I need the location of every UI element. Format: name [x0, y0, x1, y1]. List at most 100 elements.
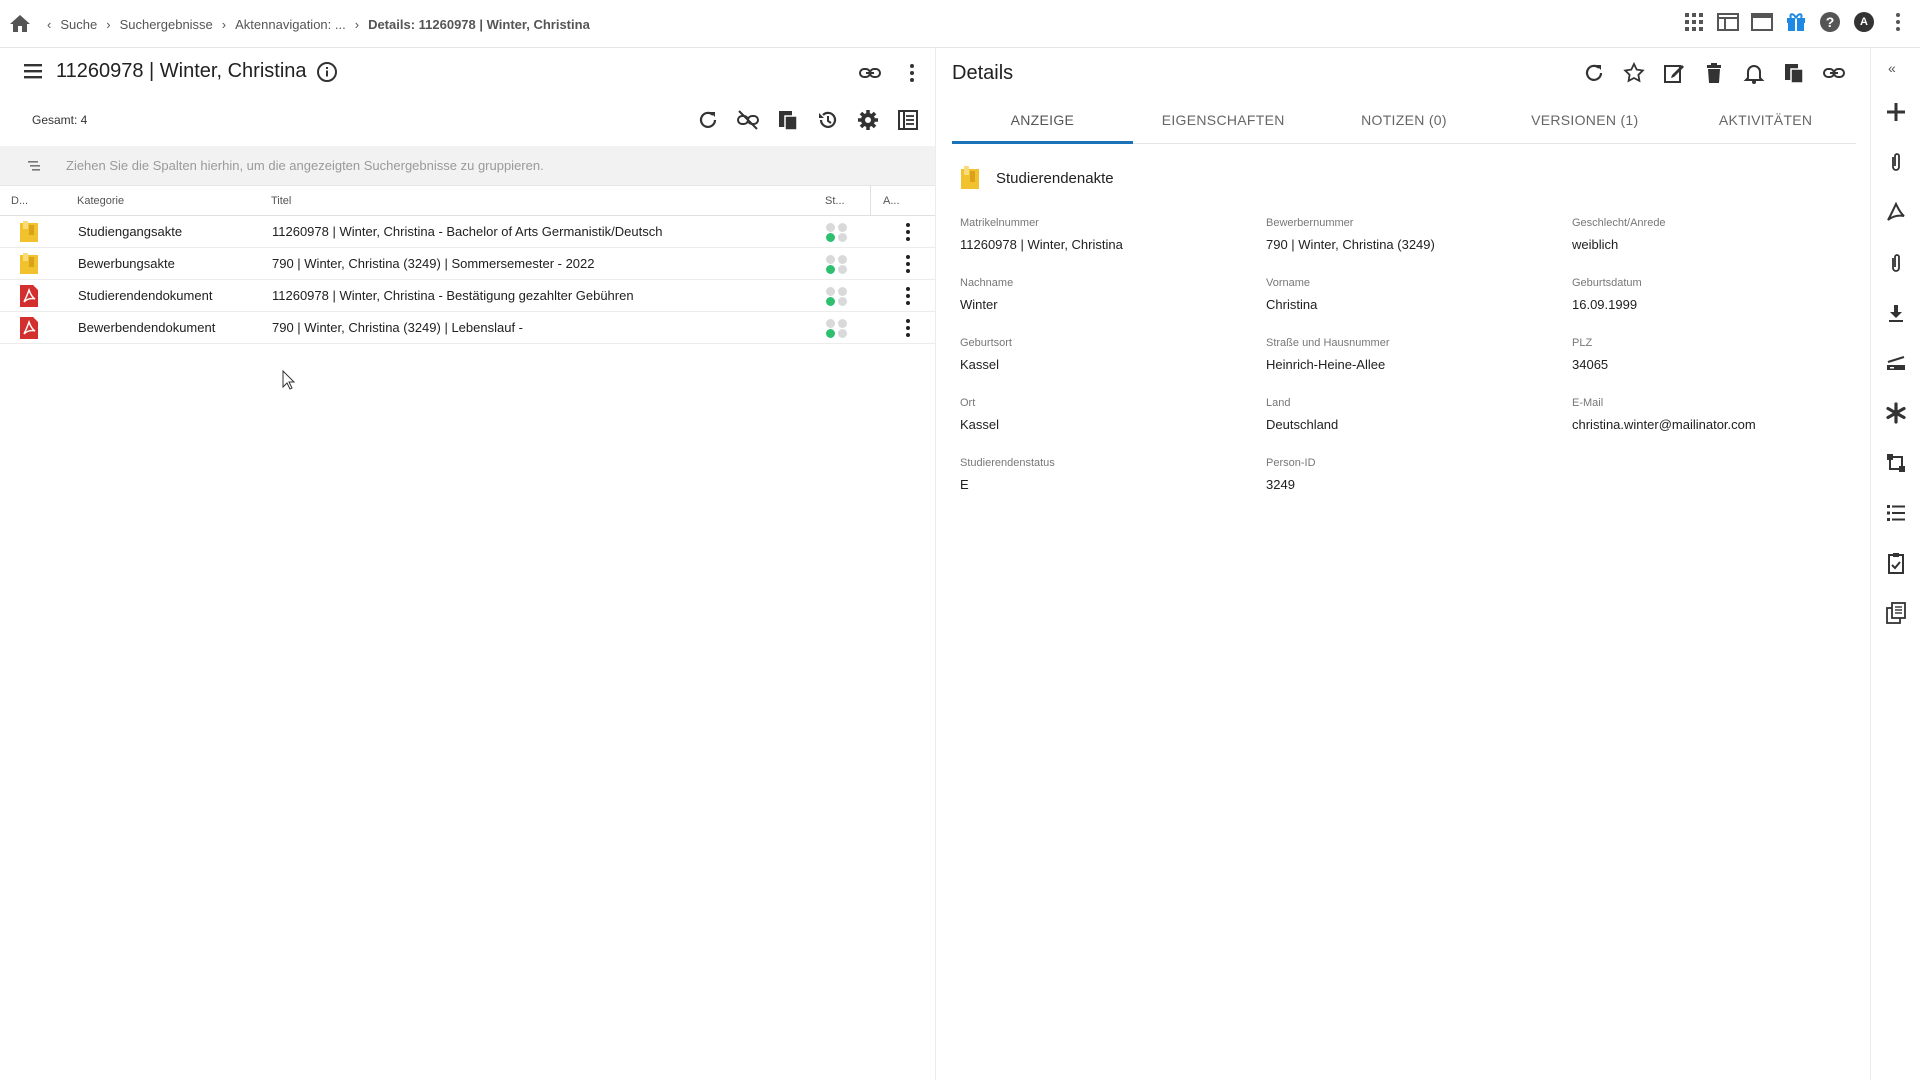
table-row[interactable]: Bewerbendendokument 790 | Winter, Christ… [0, 312, 935, 344]
apps-icon[interactable] [1682, 10, 1706, 34]
folder-icon [19, 253, 39, 275]
column-header-kategorie[interactable]: Kategorie [77, 195, 124, 207]
tab-eigenschaften[interactable]: EIGENSCHAFTEN [1133, 98, 1314, 143]
properties-grid: Matrikelnummer 11260978 | Winter, Christi… [960, 216, 1880, 494]
column-header-status[interactable]: St... [825, 195, 845, 207]
document-type-label: Studierendenakte [996, 169, 1114, 187]
status-indicator [826, 319, 850, 339]
row-actions-icon[interactable] [896, 316, 920, 340]
field-land: Land Deutschland [1266, 397, 1339, 432]
field-plz: PLZ 34065 [1572, 337, 1609, 372]
row-titel: 790 | Winter, Christina (3249) | Lebensl… [272, 320, 523, 335]
settings-icon[interactable] [856, 108, 880, 132]
column-chooser-icon[interactable] [896, 108, 920, 132]
details-toolbar [1582, 61, 1846, 85]
tab-aktivitaeten[interactable]: AKTIVITÄTEN [1675, 98, 1856, 143]
asterisk-icon[interactable] [1884, 401, 1908, 425]
column-header-d[interactable]: D... [11, 195, 28, 207]
more-vert-icon[interactable] [900, 61, 924, 85]
field-geburtsdatum: Geburtsdatum 16.09.1999 [1572, 277, 1642, 312]
workflow-icon[interactable] [1884, 451, 1908, 475]
tab-notizen[interactable]: NOTIZEN (0) [1314, 98, 1495, 143]
breadcrumb-item-aktennavigation[interactable]: Aktennavigation: ... [235, 17, 346, 32]
column-header-actions[interactable]: A... [883, 195, 900, 207]
grid-header: D... Kategorie Titel St... A... [0, 186, 935, 216]
user-avatar[interactable]: A [1852, 10, 1876, 34]
pdf-sign-icon[interactable] [1884, 200, 1908, 224]
home-icon[interactable] [8, 12, 32, 36]
table-row[interactable]: Studiengangsakte 11260978 | Winter, Chri… [0, 216, 935, 248]
action-sidebar: « [1870, 48, 1920, 1080]
unlink-icon[interactable] [736, 108, 760, 132]
results-panel: 11260978 | Winter, Christina Gesamt: 4 Z… [0, 48, 935, 1080]
clipboard-icon[interactable] [776, 108, 800, 132]
mouse-cursor-icon [282, 370, 296, 390]
row-titel: 11260978 | Winter, Christina - Bestätigu… [272, 288, 634, 303]
details-tabs: ANZEIGE EIGENSCHAFTEN NOTIZEN (0) VERSIO… [952, 98, 1856, 144]
breadcrumb-item-suchergebnisse[interactable]: Suchergebnisse [120, 17, 213, 32]
window-icon[interactable] [1750, 10, 1774, 34]
breadcrumb-item-suche[interactable]: Suche [60, 17, 97, 32]
link-icon[interactable] [858, 61, 882, 85]
attachment-icon[interactable] [1884, 150, 1908, 174]
row-actions-icon[interactable] [896, 220, 920, 244]
copy-documents-icon[interactable] [1884, 601, 1908, 625]
row-kategorie: Bewerbungsakte [78, 256, 175, 271]
details-panel: Details ANZEIGE EIGENSCHAFTEN NOTIZEN (0… [935, 48, 1870, 1080]
row-actions-icon[interactable] [896, 284, 920, 308]
attachment-icon[interactable] [1884, 251, 1908, 275]
delete-icon[interactable] [1702, 61, 1726, 85]
bell-icon[interactable] [1742, 61, 1766, 85]
table-row[interactable]: Studierendendokument 11260978 | Winter, … [0, 280, 935, 312]
history-icon[interactable] [816, 108, 840, 132]
field-matrikelnummer: Matrikelnummer 11260978 | Winter, Christi… [960, 217, 1123, 252]
add-icon[interactable] [1884, 100, 1908, 124]
scanner-icon[interactable] [1884, 351, 1908, 375]
results-grid: D... Kategorie Titel St... A... Studieng… [0, 186, 935, 344]
group-icon [26, 158, 42, 174]
breadcrumb: ‹ Suche › Suchergebnisse › Aktennavigati… [38, 0, 590, 48]
avatar-letter: A [1860, 16, 1868, 28]
collapse-icon[interactable]: « [1888, 60, 1896, 76]
field-ort: Ort Kassel [960, 397, 1000, 432]
download-icon[interactable] [1884, 301, 1908, 325]
results-toolbar [696, 108, 920, 132]
star-icon[interactable] [1622, 61, 1646, 85]
field-nachname: Nachname Winter [960, 277, 1014, 312]
layout-icon[interactable] [1716, 10, 1740, 34]
row-kategorie: Studierendendokument [78, 288, 213, 303]
result-count: Gesamt: 4 [32, 113, 88, 127]
column-header-titel[interactable]: Titel [271, 195, 291, 207]
refresh-icon[interactable] [696, 108, 720, 132]
more-vert-icon[interactable] [1886, 10, 1910, 34]
refresh-icon[interactable] [1582, 61, 1606, 85]
tab-versionen[interactable]: VERSIONEN (1) [1494, 98, 1675, 143]
row-titel: 11260978 | Winter, Christina - Bachelor … [272, 224, 663, 239]
field-geschlecht: Geschlecht/Anrede weiblich [1572, 217, 1666, 252]
task-clipboard-icon[interactable] [1884, 551, 1908, 575]
tab-anzeige[interactable]: ANZEIGE [952, 98, 1133, 144]
list-icon[interactable] [1884, 501, 1908, 525]
menu-icon[interactable] [22, 61, 48, 85]
row-actions-icon[interactable] [896, 252, 920, 276]
row-titel: 790 | Winter, Christina (3249) | Sommers… [272, 256, 595, 271]
help-icon[interactable]: ? [1818, 10, 1842, 34]
field-bewerbernummer: Bewerbernummer 790 | Winter, Christina (3… [1266, 217, 1435, 252]
chevron-right-icon: › [106, 16, 111, 32]
group-drop-area[interactable]: Ziehen Sie die Spalten hierhin, um die a… [0, 146, 935, 186]
field-email: E-Mail christina.winter@mailinator.com [1572, 397, 1756, 432]
pdf-icon [19, 285, 39, 307]
link-icon[interactable] [1822, 61, 1846, 85]
gift-icon[interactable] [1784, 10, 1808, 34]
clipboard-icon[interactable] [1782, 61, 1806, 85]
info-icon[interactable] [316, 61, 340, 85]
field-person-id: Person-ID 3249 [1266, 457, 1316, 492]
panel-title: 11260978 | Winter, Christina [56, 60, 307, 82]
table-row[interactable]: Bewerbungsakte 790 | Winter, Christina (… [0, 248, 935, 280]
field-studierendenstatus: Studierendenstatus E [960, 457, 1055, 492]
edit-icon[interactable] [1662, 61, 1686, 85]
back-chevron-icon[interactable]: ‹ [47, 17, 51, 32]
status-indicator [826, 287, 850, 307]
group-hint-text: Ziehen Sie die Spalten hierhin, um die a… [66, 158, 544, 173]
row-kategorie: Bewerbendendokument [78, 320, 216, 335]
